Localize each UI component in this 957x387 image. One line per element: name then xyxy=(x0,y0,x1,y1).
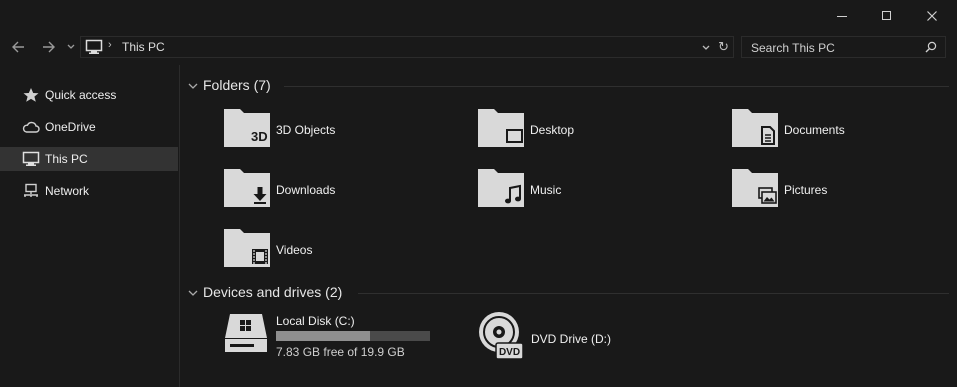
folder-label: Videos xyxy=(276,243,313,257)
dvd-drive-icon: DVD xyxy=(479,312,524,360)
search-input[interactable]: Search This PC xyxy=(751,41,835,55)
cloud-icon xyxy=(22,119,40,135)
folder-desktop[interactable]: Desktop xyxy=(477,108,717,154)
folder-downloads[interactable]: Downloads xyxy=(223,168,463,214)
sidebar-item-network[interactable]: Network xyxy=(0,179,178,203)
breadcrumb-this-pc[interactable]: This PC xyxy=(122,40,165,54)
title-bar xyxy=(0,0,957,32)
back-button[interactable] xyxy=(6,36,30,58)
sidebar-item-onedrive[interactable]: OneDrive xyxy=(0,115,178,139)
close-button[interactable] xyxy=(909,0,955,32)
forward-button[interactable] xyxy=(37,36,61,58)
folder-videos[interactable]: Videos xyxy=(223,228,463,274)
sidebar-item-label: OneDrive xyxy=(45,120,96,134)
drive-local-disk-c[interactable]: Local Disk (C:) 7.83 GB free of 19.9 GB xyxy=(223,312,443,364)
folder-pictures[interactable]: Pictures xyxy=(731,168,957,214)
chevron-down-icon xyxy=(702,45,710,50)
arrow-right-icon xyxy=(43,41,55,53)
drive-label: Local Disk (C:) xyxy=(276,314,355,328)
folder-label: 3D Objects xyxy=(276,123,336,137)
drive-label: DVD Drive (D:) xyxy=(531,332,611,346)
chevron-down-icon xyxy=(67,44,75,49)
folder-label: Pictures xyxy=(784,183,828,197)
svg-text:3D: 3D xyxy=(251,129,268,144)
folder-label: Downloads xyxy=(276,183,336,197)
group-title: Folders (7) xyxy=(203,77,271,93)
videos-folder-icon xyxy=(224,229,270,267)
folders-group-header[interactable]: Folders (7) xyxy=(180,76,957,96)
pictures-folder-icon xyxy=(732,169,778,207)
search-icon[interactable] xyxy=(925,41,937,56)
folder-label: Documents xyxy=(784,123,845,137)
navigation-pane: Quick access OneDrive This PC Network xyxy=(0,65,179,387)
downloads-folder-icon xyxy=(224,169,270,207)
content-pane: Folders (7) 3D 3D Objects Desktop Docume… xyxy=(180,65,957,387)
group-divider xyxy=(284,86,949,87)
folder-label: Desktop xyxy=(530,123,575,137)
folder-3d-objects[interactable]: 3D 3D Objects xyxy=(223,108,463,154)
group-divider xyxy=(358,293,949,294)
network-icon xyxy=(22,183,40,199)
desktop-folder-icon xyxy=(478,109,524,147)
close-icon xyxy=(927,11,937,21)
chevron-down-icon xyxy=(188,83,198,89)
sidebar-item-label: Network xyxy=(45,184,90,198)
monitor-icon xyxy=(85,39,103,58)
3d-objects-folder-icon: 3D xyxy=(224,109,270,147)
disk-usage-fill xyxy=(276,331,370,341)
chevron-down-icon xyxy=(188,290,198,296)
sidebar-item-quick-access[interactable]: Quick access xyxy=(0,83,178,107)
drive-free-space: 7.83 GB free of 19.9 GB xyxy=(276,345,405,359)
address-dropdown-button[interactable] xyxy=(701,41,711,55)
refresh-icon[interactable]: ↻ xyxy=(718,39,729,55)
maximize-button[interactable] xyxy=(864,0,910,32)
star-icon xyxy=(22,87,40,103)
group-title: Devices and drives (2) xyxy=(203,284,343,300)
maximize-icon xyxy=(882,11,891,20)
minimize-icon xyxy=(837,16,847,17)
sidebar-item-this-pc[interactable]: This PC xyxy=(0,147,178,171)
sidebar-item-label: This PC xyxy=(45,152,88,166)
sidebar-item-label: Quick access xyxy=(45,88,117,102)
folder-music[interactable]: Music xyxy=(477,168,717,214)
drive-dvd-d[interactable]: DVD DVD Drive (D:) xyxy=(477,312,677,364)
folder-documents[interactable]: Documents xyxy=(731,108,957,154)
devices-group-header[interactable]: Devices and drives (2) xyxy=(180,283,957,303)
breadcrumb-separator: › xyxy=(108,39,112,51)
documents-folder-icon xyxy=(732,109,778,147)
folder-label: Music xyxy=(530,183,562,197)
music-folder-icon xyxy=(478,169,524,207)
hard-drive-icon xyxy=(225,314,267,352)
recent-locations-button[interactable] xyxy=(64,36,78,58)
navigation-bar: › This PC ↻ Search This PC xyxy=(0,32,957,62)
disk-usage-bar xyxy=(276,331,430,341)
arrow-left-icon xyxy=(12,41,24,53)
minimize-button[interactable] xyxy=(819,0,865,32)
address-bar[interactable]: › This PC ↻ xyxy=(80,36,734,58)
monitor-icon xyxy=(22,151,40,167)
search-box[interactable]: Search This PC xyxy=(741,36,946,58)
svg-text:DVD: DVD xyxy=(499,347,520,358)
